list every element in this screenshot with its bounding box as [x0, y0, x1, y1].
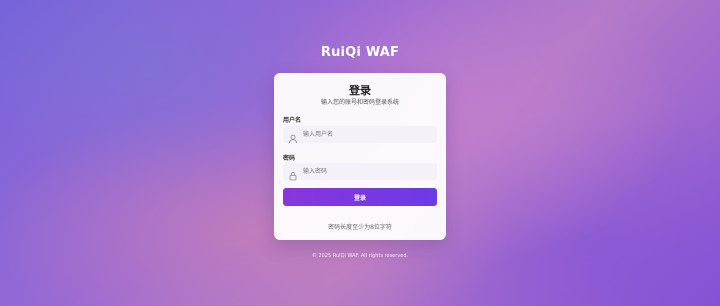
- login-button[interactable]: 登录: [283, 188, 437, 206]
- username-label: 用户名: [283, 117, 302, 124]
- password-field-wrapper: [283, 163, 437, 181]
- username-input[interactable]: [303, 126, 431, 143]
- password-input[interactable]: [303, 163, 431, 180]
- lock-icon: [288, 166, 298, 181]
- login-title: 登录: [349, 84, 371, 97]
- login-card: 登录 输入您的账号和密码登录系统 用户名 密码 登录 密码长度至少为8位字符: [274, 73, 446, 240]
- password-hint: 密码长度至少为8位字符: [328, 224, 392, 231]
- login-subtitle: 输入您的账号和密码登录系统: [320, 99, 399, 106]
- footer-copyright: © 2025 RuiQi WAF. All rights reserved.: [311, 253, 409, 259]
- brand-title: RuiQi WAF: [320, 45, 400, 60]
- username-field-wrapper: [283, 126, 437, 144]
- user-icon: [288, 129, 298, 144]
- password-label: 密码: [283, 155, 296, 162]
